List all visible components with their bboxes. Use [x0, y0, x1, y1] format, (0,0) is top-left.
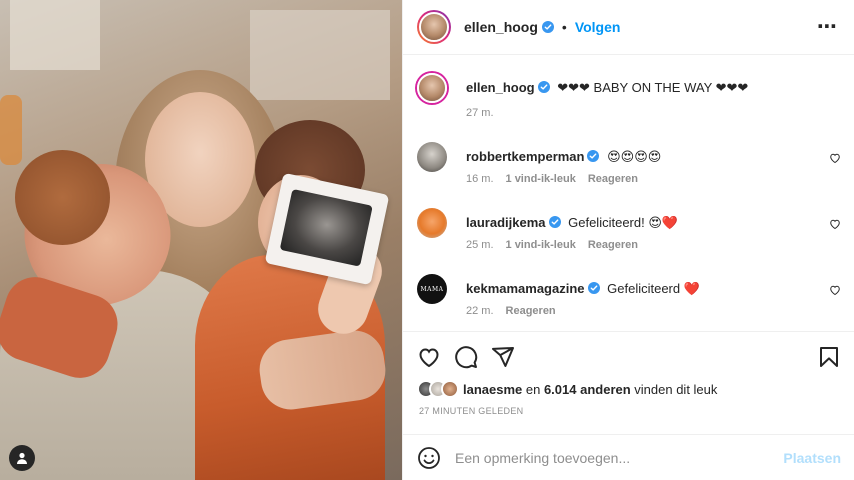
- photo-man-hair: [15, 150, 110, 245]
- reply-button[interactable]: Reageren: [506, 305, 556, 317]
- emoji-icon[interactable]: [417, 446, 441, 470]
- likes-conjunction: en: [522, 381, 544, 397]
- author-avatar[interactable]: [417, 10, 451, 44]
- comments-list[interactable]: ellen_hoog ❤❤❤ BABY ON THE WAY ❤❤❤ 27 m.…: [403, 56, 854, 331]
- share-icon[interactable]: [491, 345, 515, 369]
- comment-time[interactable]: 25 m.: [466, 239, 494, 251]
- bookmark-icon[interactable]: [817, 345, 841, 369]
- comment-username[interactable]: kekmamamagazine: [466, 281, 585, 296]
- avatar[interactable]: [417, 142, 447, 172]
- avatar[interactable]: [417, 208, 447, 238]
- add-comment-bar: Plaatsen: [403, 434, 854, 480]
- photo-background-window: [10, 0, 100, 70]
- post-comment-button[interactable]: Plaatsen: [783, 450, 841, 466]
- heart-icon[interactable]: [417, 345, 441, 369]
- avatar[interactable]: MAMA: [417, 274, 447, 304]
- comment-time[interactable]: 22 m.: [466, 305, 494, 317]
- comment-like-icon[interactable]: [829, 284, 841, 296]
- comment-meta: 16 m. 1 vind-ik-leuk Reageren: [466, 173, 638, 185]
- user-tag-icon: [17, 452, 27, 464]
- verified-icon: [541, 21, 554, 33]
- comment-likes[interactable]: 1 vind-ik-leuk: [506, 239, 576, 251]
- post-actions: [403, 331, 854, 381]
- caption-meta: 27 m.: [466, 107, 494, 119]
- likes-suffix: vinden dit leuk: [630, 381, 718, 397]
- comment-meta: 22 m. Reageren: [466, 305, 556, 317]
- comment-text: 😍😍😍😍: [607, 149, 662, 164]
- liker-avatar: [441, 380, 459, 398]
- comment-time[interactable]: 16 m.: [466, 173, 494, 185]
- more-options-icon[interactable]: ⋯: [817, 17, 838, 37]
- user-tag-button[interactable]: [9, 445, 35, 471]
- comment-text: Gefeliciteerd! 😍❤️: [568, 215, 679, 230]
- comment-like-icon[interactable]: [829, 152, 841, 164]
- comment-username[interactable]: lauradijkema: [466, 215, 546, 230]
- avatar-logo-text: MAMA: [420, 285, 444, 293]
- reply-button[interactable]: Reageren: [588, 173, 638, 185]
- likes-summary[interactable]: lanaesme en 6.014 anderen vinden dit leu…: [417, 380, 717, 398]
- caption-username[interactable]: ellen_hoog: [466, 80, 535, 95]
- comment-icon[interactable]: [454, 345, 478, 369]
- photo-background-light: [0, 95, 22, 165]
- post-side-panel: ellen_hoog • Volgen ⋯ ellen_hoog ❤❤❤ BAB…: [402, 0, 854, 480]
- verified-icon: [587, 282, 600, 294]
- verified-icon: [548, 216, 561, 228]
- post-photo[interactable]: [0, 0, 402, 480]
- post-header: ellen_hoog • Volgen ⋯: [403, 0, 854, 55]
- verified-icon: [537, 81, 550, 93]
- caption-time[interactable]: 27 m.: [466, 107, 494, 119]
- avatar[interactable]: [417, 73, 447, 103]
- comment-meta: 25 m. 1 vind-ik-leuk Reageren: [466, 239, 638, 251]
- verified-icon: [587, 150, 600, 162]
- comment-input[interactable]: [455, 449, 784, 466]
- likes-count[interactable]: 6.014 anderen: [544, 382, 631, 397]
- caption-text: ❤❤❤ BABY ON THE WAY ❤❤❤: [557, 80, 749, 95]
- comment-likes[interactable]: 1 vind-ik-leuk: [506, 173, 576, 185]
- comment-username[interactable]: robbertkemperman: [466, 149, 584, 164]
- header-separator: •: [561, 19, 567, 35]
- comment-text: Gefeliciteerd ❤️: [607, 281, 700, 296]
- liker-username[interactable]: lanaesme: [463, 382, 522, 397]
- comment-like-icon[interactable]: [829, 218, 841, 230]
- reply-button[interactable]: Reageren: [588, 239, 638, 251]
- follow-button[interactable]: Volgen: [575, 19, 621, 35]
- author-username[interactable]: ellen_hoog: [464, 19, 538, 35]
- post-timestamp[interactable]: 27 MINUTEN GELEDEN: [419, 406, 523, 416]
- photo-background-window: [250, 10, 390, 100]
